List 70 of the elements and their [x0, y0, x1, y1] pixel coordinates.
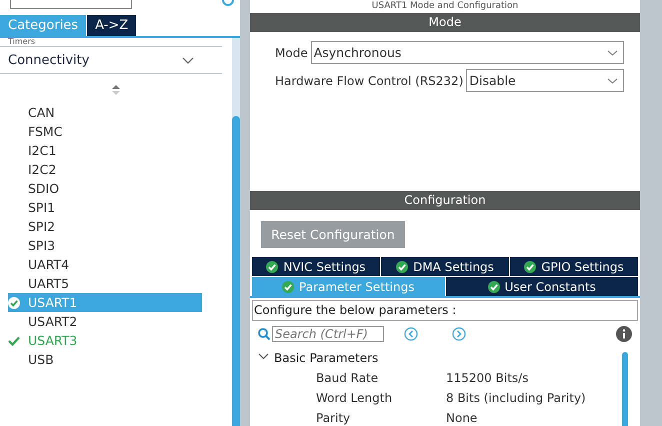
parameter-name: Word Length — [315, 391, 394, 405]
info-icon[interactable] — [616, 326, 632, 342]
check-circle-icon — [396, 260, 408, 272]
peripheral-list-item[interactable]: USB — [8, 350, 202, 369]
peripheral-list-item[interactable]: UART5 — [8, 274, 202, 293]
parameter-name: Baud Rate — [315, 371, 380, 385]
category-header[interactable]: Timers — [0, 38, 222, 47]
peripheral-name: UART5 — [28, 276, 70, 291]
peripheral-name: I2C1 — [28, 143, 56, 158]
panel-title: USART1 Mode and Configuration — [370, 0, 520, 13]
peripheral-list-item[interactable]: FSMC — [8, 122, 202, 141]
search-field[interactable]: Search (Ctrl+F) — [272, 326, 384, 342]
peripheral-list-item[interactable]: CAN — [8, 103, 202, 122]
section-header: Mode — [250, 13, 640, 32]
parameter-value: None — [446, 411, 478, 425]
field-label: Hardware Flow Control (RS232) — [275, 74, 464, 88]
parameter-value: 115200 Bits/s — [446, 371, 528, 385]
check-circle-icon — [282, 280, 294, 292]
settings-tab[interactable]: GPIO Settings — [510, 257, 638, 276]
peripheral-list-item[interactable]: I2C1 — [8, 141, 202, 160]
category-label: Connectivity — [8, 52, 90, 68]
parameter-name: Parity — [315, 411, 352, 425]
chevron-down-icon — [607, 78, 618, 84]
peripheral-list-item[interactable]: SDIO — [8, 179, 202, 198]
peripheral-name: FSMC — [28, 124, 62, 139]
tree-group[interactable]: Basic Parameters — [258, 348, 622, 368]
peripheral-name: SPI2 — [28, 219, 56, 234]
category-label: Timers — [8, 38, 36, 46]
check-circle-icon — [524, 260, 536, 272]
peripheral-name: UART4 — [28, 257, 70, 272]
peripheral-list-item[interactable]: SPI1 — [8, 198, 202, 217]
field-label: Mode — [275, 46, 308, 60]
dropdown[interactable]: Disable — [466, 69, 624, 92]
peripheral-name: USART3 — [28, 333, 78, 348]
check-circle-icon — [8, 296, 20, 308]
peripheral-list-item[interactable]: UART4 — [8, 255, 202, 274]
scrollbar[interactable] — [232, 38, 240, 426]
check-circle-icon — [266, 260, 278, 272]
peripheral-name: CAN — [28, 105, 55, 120]
section-header: Configuration — [250, 191, 640, 210]
group-label: Basic Parameters — [274, 351, 378, 365]
check-circle-icon — [488, 280, 500, 292]
peripheral-list-item[interactable]: USART2 — [8, 312, 202, 331]
peripheral-name: I2C2 — [28, 162, 56, 177]
category-header[interactable]: Connectivity — [0, 47, 222, 74]
scrollbar-thumb[interactable] — [232, 116, 240, 426]
previous-icon[interactable] — [404, 327, 418, 341]
category-tab[interactable]: A->Z — [87, 15, 136, 36]
settings-tab[interactable]: NVIC Settings — [252, 257, 380, 276]
dropdown[interactable]: Asynchronous — [310, 41, 624, 64]
peripheral-list-item[interactable]: SPI3 — [8, 236, 202, 255]
search-icon — [258, 328, 270, 340]
peripheral-name: SPI3 — [28, 238, 56, 253]
next-icon[interactable] — [452, 327, 466, 341]
peripheral-name: USART1 — [28, 295, 78, 310]
scrollbar-thumb[interactable] — [622, 352, 628, 426]
peripheral-name: SPI1 — [28, 200, 56, 215]
search-field[interactable] — [10, 0, 132, 9]
settings-tab[interactable]: DMA Settings — [381, 257, 509, 276]
check-icon — [8, 334, 20, 346]
peripheral-name: USART2 — [28, 314, 78, 329]
peripheral-name: USB — [28, 352, 54, 367]
peripheral-list-item[interactable]: SPI2 — [8, 217, 202, 236]
parameter-value: 8 Bits (including Parity) — [446, 391, 586, 405]
settings-tab[interactable]: User Constants — [446, 277, 638, 296]
sort-icon[interactable] — [112, 85, 120, 95]
chevron-down-icon — [607, 50, 618, 56]
peripheral-name: SDIO — [28, 181, 60, 196]
peripheral-list-item[interactable]: I2C2 — [8, 160, 202, 179]
hint-text: Configure the below parameters : — [252, 300, 638, 321]
